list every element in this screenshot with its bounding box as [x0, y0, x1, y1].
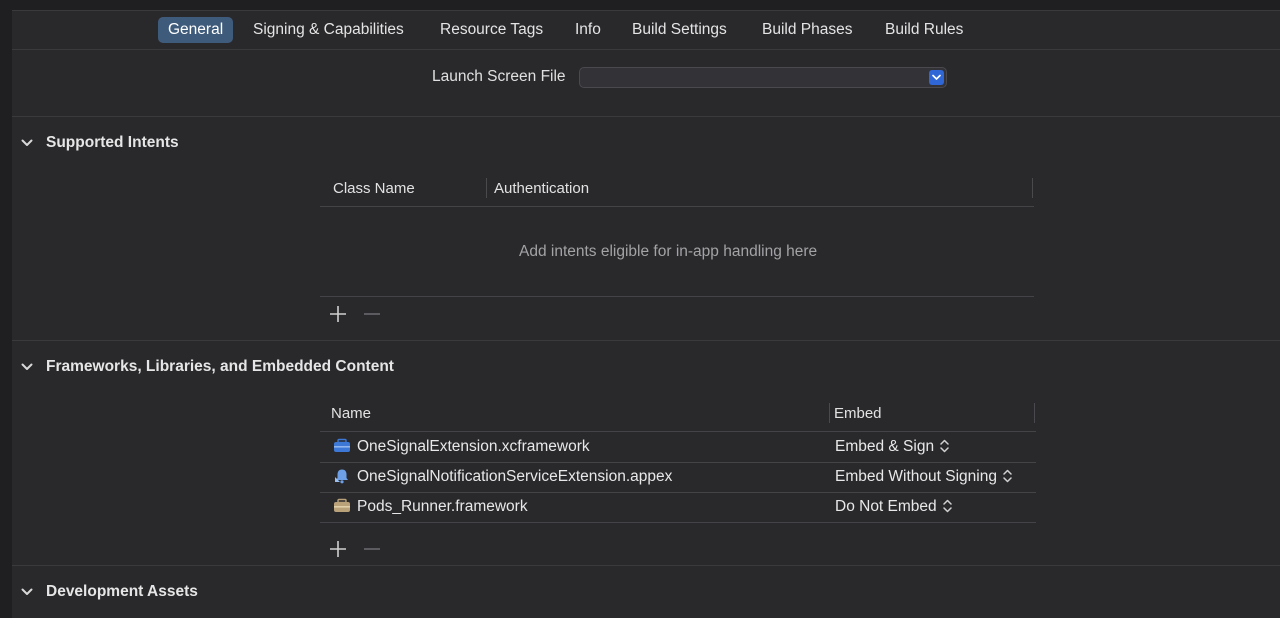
add-intent-button[interactable]: [328, 304, 348, 324]
tab-build-rules[interactable]: Build Rules: [875, 17, 973, 43]
chevron-down-icon[interactable]: [929, 70, 944, 85]
supported-intents-table: Class Name Authentication Add intents el…: [320, 171, 1034, 331]
framework-name: Pods_Runner.framework: [357, 498, 528, 515]
development-assets-header[interactable]: Development Assets: [12, 580, 612, 606]
frameworks-header[interactable]: Frameworks, Libraries, and Embedded Cont…: [12, 355, 612, 381]
section-divider: [12, 340, 1280, 341]
tab-general[interactable]: General: [158, 17, 234, 43]
tab-signing-capabilities[interactable]: Signing & Capabilities: [243, 17, 414, 43]
tab-info[interactable]: Info: [565, 17, 611, 43]
embed-popup[interactable]: Embed & Sign: [835, 438, 949, 456]
launch-screen-row: Launch Screen File: [12, 51, 1280, 116]
disclosure-chevron-icon[interactable]: [21, 363, 33, 371]
column-header-class-name[interactable]: Class Name: [333, 180, 415, 197]
up-down-stepper-icon: [942, 499, 952, 513]
embed-value: Embed Without Signing: [835, 468, 997, 485]
supported-intents-header[interactable]: Supported Intents: [12, 131, 612, 157]
disclosure-chevron-icon[interactable]: [21, 588, 33, 596]
framework-name: OneSignalExtension.xcframework: [357, 438, 590, 455]
table-row[interactable]: OneSignalExtension.xcframework Embed & S…: [320, 432, 1036, 462]
tab-build-phases[interactable]: Build Phases: [752, 17, 862, 43]
up-down-stepper-icon: [940, 439, 949, 453]
table-bottom-divider: [320, 522, 1036, 523]
frameworks-table: Name Embed OneSignalExtension.xcframewor…: [320, 395, 1036, 565]
column-separator: [1034, 403, 1035, 423]
supported-intents-title: Supported Intents: [46, 134, 179, 151]
frameworks-title: Frameworks, Libraries, and Embedded Cont…: [46, 358, 394, 375]
appex-extension-icon: [335, 469, 348, 484]
table-header-divider: [320, 206, 1034, 207]
editor-tab-bar: General Signing & Capabilities Resource …: [12, 11, 1280, 50]
add-framework-button[interactable]: [328, 539, 348, 559]
framework-toolbox-icon: [334, 498, 350, 512]
table-row[interactable]: OneSignalNotificationServiceExtension.ap…: [320, 462, 1036, 492]
table-bottom-divider: [320, 296, 1034, 297]
plus-icon: [330, 541, 346, 557]
embed-value: Do Not Embed: [835, 498, 937, 515]
embed-popup[interactable]: Embed Without Signing: [835, 468, 1012, 486]
remove-intent-button[interactable]: [362, 304, 382, 324]
column-separator: [1032, 178, 1033, 198]
column-header-name[interactable]: Name: [331, 405, 371, 422]
remove-framework-button[interactable]: [362, 539, 382, 559]
launch-screen-label: Launch Screen File: [432, 68, 566, 85]
section-divider: [12, 565, 1280, 566]
development-assets-title: Development Assets: [46, 583, 198, 600]
minus-icon: [364, 548, 380, 550]
launch-screen-popup[interactable]: [579, 67, 947, 88]
column-header-authentication[interactable]: Authentication: [494, 180, 589, 197]
column-header-embed[interactable]: Embed: [834, 405, 882, 422]
target-general-pane: General Signing & Capabilities Resource …: [12, 10, 1280, 618]
embed-popup[interactable]: Do Not Embed: [835, 498, 952, 516]
xcframework-icon: [334, 438, 350, 452]
up-down-stepper-icon: [1003, 469, 1012, 483]
tab-build-settings[interactable]: Build Settings: [622, 17, 737, 43]
editor-window: General Signing & Capabilities Resource …: [0, 0, 1280, 618]
minus-icon: [364, 313, 380, 315]
disclosure-chevron-icon[interactable]: [21, 139, 33, 147]
column-separator: [829, 403, 830, 423]
column-separator: [486, 178, 487, 198]
tab-resource-tags[interactable]: Resource Tags: [430, 17, 553, 43]
intents-empty-message: Add intents eligible for in-app handling…: [519, 243, 818, 260]
table-row[interactable]: Pods_Runner.framework Do Not Embed: [320, 492, 1036, 522]
framework-name: OneSignalNotificationServiceExtension.ap…: [357, 468, 673, 485]
embed-value: Embed & Sign: [835, 438, 935, 455]
plus-icon: [330, 306, 346, 322]
section-divider: [12, 116, 1280, 117]
